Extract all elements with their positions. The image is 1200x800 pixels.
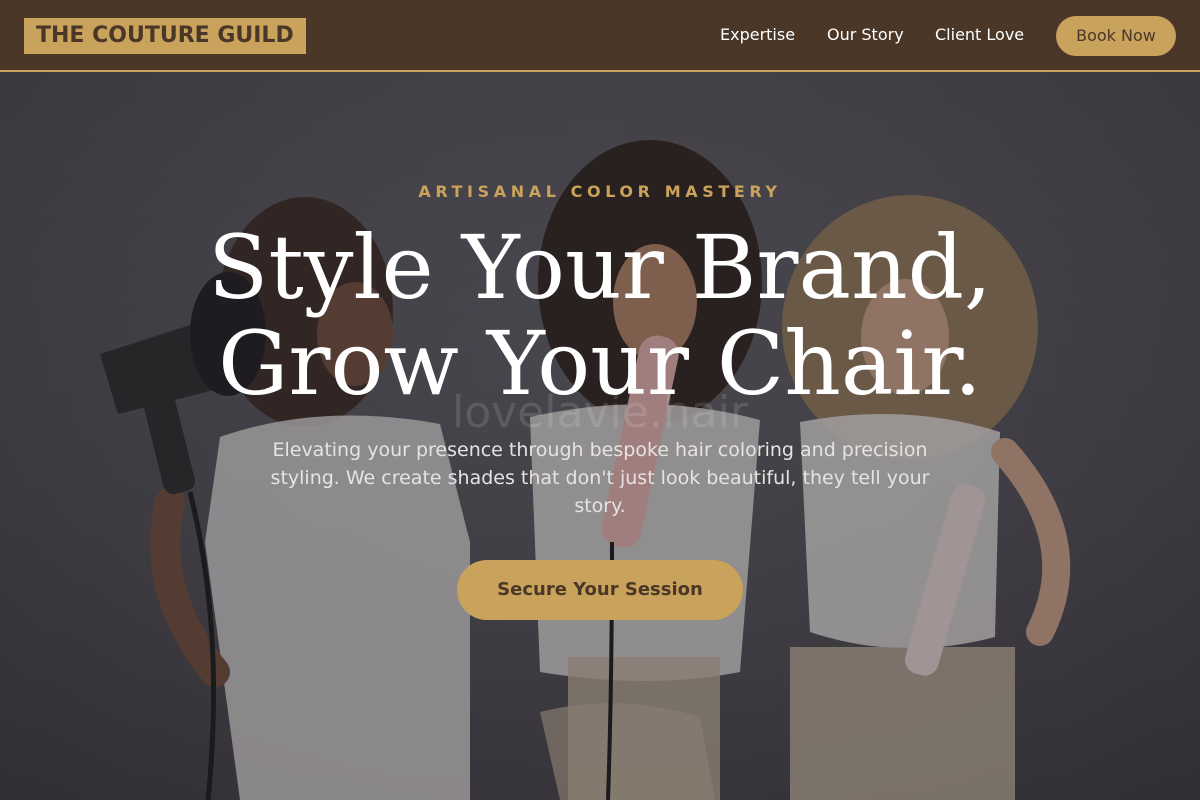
hero-eyebrow: ARTISANAL COLOR MASTERY [418,182,782,201]
hero-subtitle: Elevating your presence through bespoke … [270,439,930,517]
hero-headline: Style Your Brand, Grow Your Chair. [150,220,1050,412]
site-header: THE COUTURE GUILD Expertise Our Story Cl… [0,0,1200,72]
nav-link-expertise[interactable]: Expertise [720,24,795,46]
nav-link-client-love[interactable]: Client Love [935,24,1024,46]
hero-section: lovelavie.hair ARTISANAL COLOR MASTERY S… [0,72,1200,800]
brand-logo[interactable]: THE COUTURE GUILD [24,18,306,54]
hero-headline-line-1: Style Your Brand, [208,216,992,319]
secure-session-button[interactable]: Secure Your Session [457,560,743,620]
book-now-button[interactable]: Book Now [1056,16,1176,56]
nav-link-our-story[interactable]: Our Story [827,24,904,46]
hero-headline-line-2: Grow Your Chair. [218,312,982,415]
